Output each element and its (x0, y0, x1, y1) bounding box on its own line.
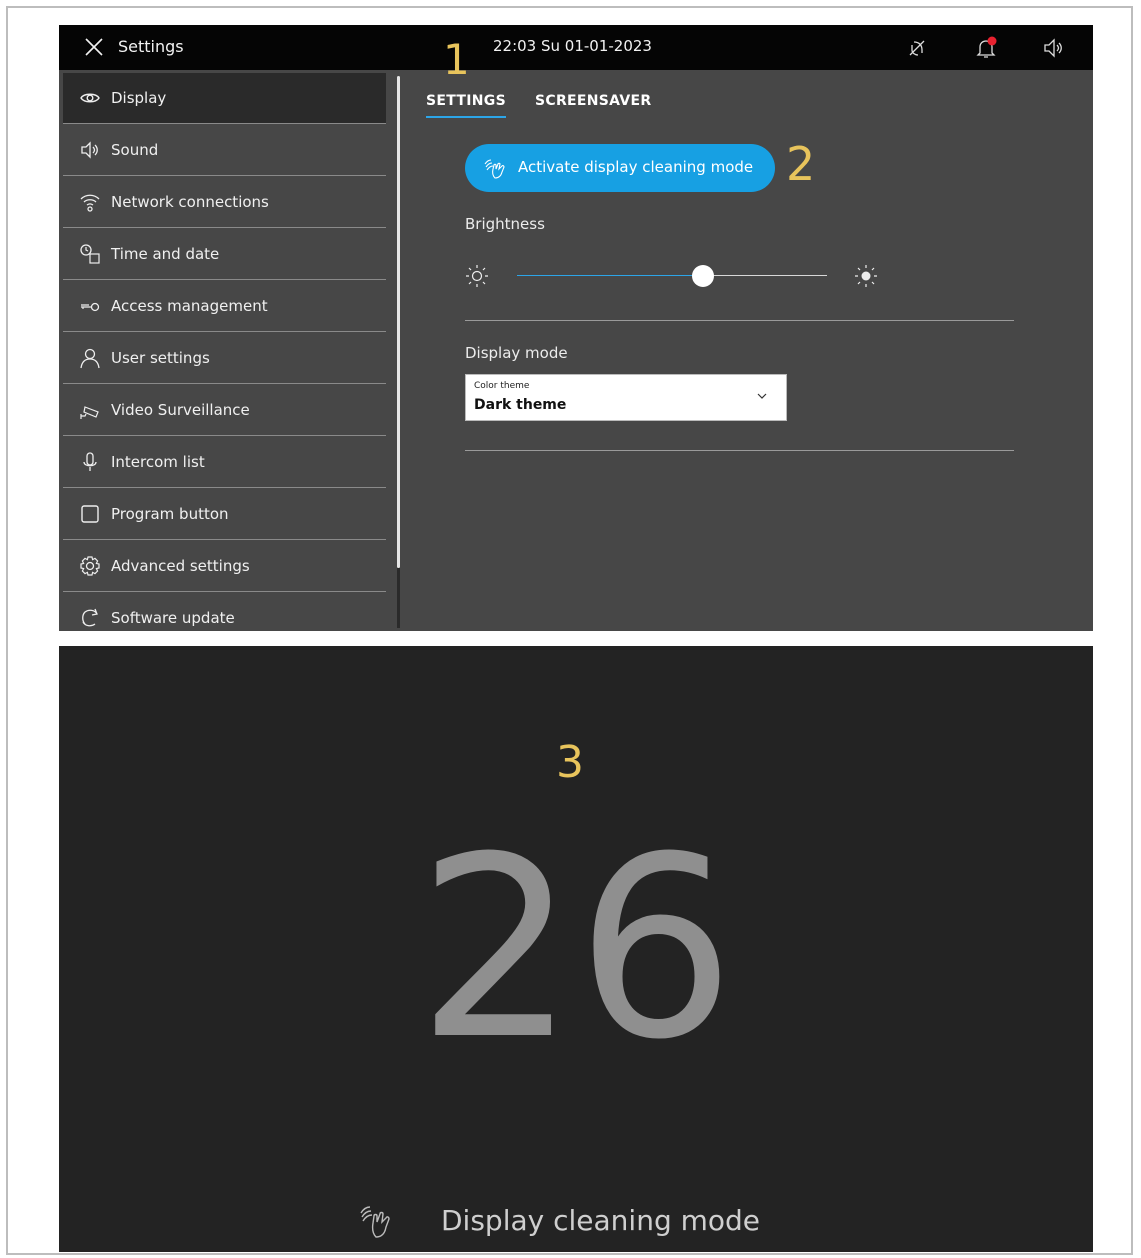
sidebar-item-user-settings[interactable]: User settings (63, 333, 386, 384)
sidebar-item-label: User settings (111, 349, 210, 367)
notification-dot (987, 36, 997, 46)
page-title: Settings (118, 37, 184, 56)
step-marker-3: 3 (556, 737, 584, 788)
activate-cleaning-mode-label: Activate display cleaning mode (518, 158, 754, 176)
cleaning-mode-label: Display cleaning mode (441, 1204, 761, 1237)
sidebar-item-intercom-list[interactable]: Intercom list (63, 437, 386, 488)
speaker-icon[interactable] (1041, 36, 1065, 60)
date-time: 22:03 Su 01-01-2023 (493, 37, 652, 55)
square-icon (81, 505, 99, 523)
color-theme-label: Color theme (474, 381, 530, 391)
sidebar-item-network[interactable]: Network connections (63, 177, 386, 228)
close-icon[interactable] (83, 36, 105, 58)
color-theme-value: Dark theme (474, 397, 567, 413)
clock-calendar-icon (80, 244, 100, 264)
settings-screen: Settings 22:03 Su 01-01-2023 Display Sou… (59, 25, 1093, 631)
sidebar-item-label: Video Surveillance (111, 401, 250, 419)
sidebar-item-label: Time and date (111, 245, 220, 263)
mute-icon[interactable] (905, 36, 929, 60)
gear-icon (80, 556, 100, 576)
sidebar-item-label: Program button (111, 505, 229, 523)
cleaning-countdown: 26 (416, 803, 736, 1094)
sidebar-item-label: Sound (111, 141, 159, 159)
microphone-icon (83, 452, 97, 471)
brightness-high-icon (855, 265, 877, 287)
sidebar-item-video-surveillance[interactable]: Video Surveillance (63, 385, 386, 436)
sidebar-scrollbar[interactable] (397, 76, 400, 568)
brightness-slider-thumb[interactable] (692, 265, 714, 287)
wifi-icon (80, 194, 100, 212)
tab-screensaver[interactable]: SCREENSAVER (535, 93, 651, 109)
step-marker-1: 1 (443, 35, 470, 84)
sidebar-item-label: Software update (111, 609, 235, 627)
user-icon (80, 348, 100, 369)
chevron-down-icon (757, 393, 767, 399)
brightness-low-icon (466, 265, 488, 287)
sidebar-item-advanced-settings[interactable]: Advanced settings (63, 541, 386, 592)
settings-sidebar: Display Sound Network connections Time a… (63, 73, 386, 631)
sidebar-item-time-date[interactable]: Time and date (63, 229, 386, 280)
hand-wipe-icon (484, 159, 505, 179)
sidebar-item-access-management[interactable]: Access management (63, 281, 386, 332)
bell-icon[interactable] (974, 36, 998, 60)
color-theme-select[interactable]: Color theme Dark theme (465, 374, 787, 421)
top-bar: Settings 22:03 Su 01-01-2023 (59, 25, 1093, 70)
brightness-label: Brightness (465, 215, 545, 233)
display-mode-label: Display mode (465, 344, 568, 362)
tab-settings[interactable]: SETTINGS (426, 93, 506, 118)
speaker-icon (81, 141, 98, 159)
sidebar-item-label: Intercom list (111, 453, 205, 471)
sidebar-item-label: Network connections (111, 193, 269, 211)
hand-wipe-icon (360, 1206, 390, 1238)
divider (465, 450, 1014, 451)
sidebar-item-display[interactable]: Display (63, 73, 386, 124)
sidebar-scroll-track (397, 568, 400, 628)
key-icon (81, 302, 100, 312)
sidebar-item-label: Access management (111, 297, 268, 315)
sidebar-item-program-button[interactable]: Program button (63, 489, 386, 540)
step-marker-2: 2 (786, 137, 816, 191)
activate-cleaning-mode-button[interactable]: Activate display cleaning mode (465, 144, 775, 192)
camera-icon (80, 406, 99, 419)
sidebar-item-label: Advanced settings (111, 557, 250, 575)
brightness-slider-fill (517, 275, 703, 276)
sidebar-item-label: Display (111, 89, 167, 107)
divider (465, 320, 1014, 321)
refresh-icon (82, 608, 98, 627)
sidebar-item-software-update[interactable]: Software update (63, 593, 386, 631)
eye-icon (80, 93, 100, 103)
sidebar-item-sound[interactable]: Sound (63, 125, 386, 176)
cleaning-mode-screen: 3 26 Display cleaning mode (59, 646, 1093, 1252)
